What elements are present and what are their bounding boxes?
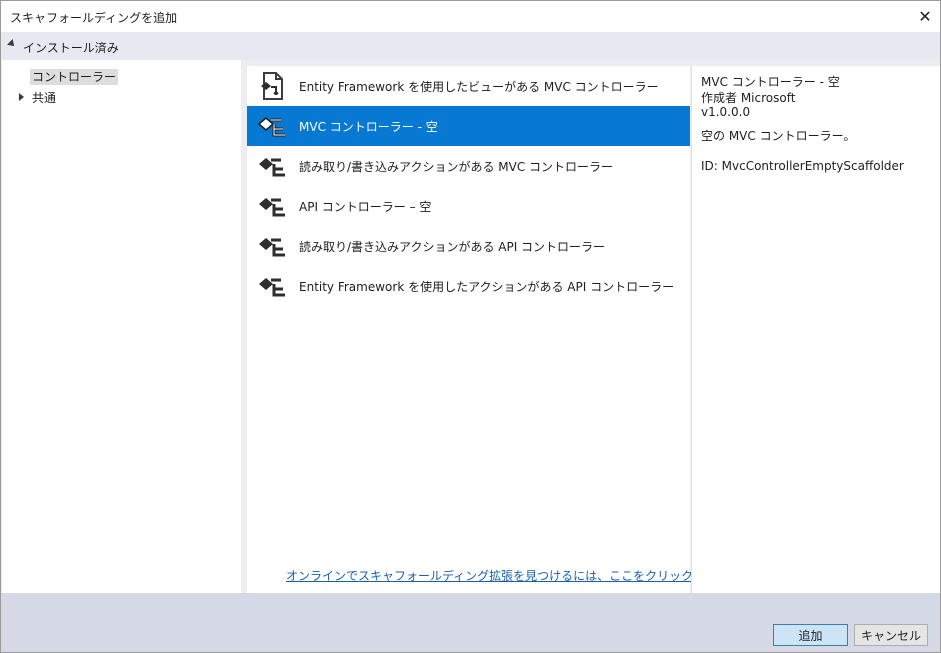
details-panel: MVC コントローラー - 空 作成者 Microsoft v1.0.0.0 空… [691,66,940,593]
list-item-api-controller-read-write[interactable]: 読み取り/書き込みアクションがある API コントローラー [247,226,690,266]
entity-framework-controller-icon [247,66,299,106]
installed-section-header[interactable]: インストール済み [1,32,940,60]
details-title: MVC コントローラー - 空 [701,75,840,89]
expand-arrow-icon[interactable] [19,93,24,101]
list-item-mvc-controller-empty[interactable]: MVC コントローラー - 空 [247,106,690,146]
controller-icon [247,146,299,186]
add-button[interactable]: 追加 [773,624,848,646]
controller-icon [247,266,299,306]
tree-item-label: 共通 [32,91,57,105]
add-scaffold-dialog: スキャフォールディングを追加 ✕ インストール済み コントローラー 共通 Ent… [0,0,941,653]
title-bar: スキャフォールディングを追加 ✕ [1,1,940,32]
installed-label: インストール済み [23,41,119,55]
list-item-ef-mvc-controller-with-views[interactable]: Entity Framework を使用したビューがある MVC コントローラー [247,66,690,106]
list-item-label: Entity Framework を使用したビューがある MVC コントローラー [299,79,659,94]
dialog-footer: 追加 キャンセル [1,593,940,652]
controller-icon [247,106,299,146]
details-version: v1.0.0.0 [701,105,751,119]
tree-item-controllers[interactable]: コントローラー [30,68,119,85]
category-tree: コントローラー 共通 [2,60,241,593]
details-id: ID: MvcControllerEmptyScaffolder [701,159,904,173]
controller-icon [247,186,299,226]
details-description: 空の MVC コントローラー。 [701,129,856,143]
list-item-mvc-controller-read-write[interactable]: 読み取り/書き込みアクションがある MVC コントローラー [247,146,690,186]
tree-item-label: コントローラー [30,69,119,85]
close-button[interactable]: ✕ [910,1,940,31]
controller-icon [247,226,299,266]
list-item-label: Entity Framework を使用したアクションがある API コントロー… [299,279,675,294]
details-author: 作成者 Microsoft [701,91,796,105]
list-item-label: API コントローラー – 空 [299,199,432,214]
content-area: コントローラー 共通 Entity Framework を使用したビューがある … [1,60,940,593]
cancel-button[interactable]: キャンセル [854,624,928,646]
list-item-label: 読み取り/書き込みアクションがある MVC コントローラー [299,159,614,174]
dialog-title: スキャフォールディングを追加 [10,11,178,25]
list-item-ef-api-controller-with-actions[interactable]: Entity Framework を使用したアクションがある API コントロー… [247,266,690,306]
close-icon: ✕ [918,6,932,26]
scaffolder-list: Entity Framework を使用したビューがある MVC コントローラー… [247,66,776,593]
list-item-label: MVC コントローラー - 空 [299,119,438,134]
list-item-label: 読み取り/書き込みアクションがある API コントローラー [299,239,606,254]
collapse-arrow-icon[interactable] [7,39,17,49]
list-item-api-controller-empty[interactable]: API コントローラー – 空 [247,186,690,226]
tree-item-common[interactable]: 共通 [32,89,56,106]
